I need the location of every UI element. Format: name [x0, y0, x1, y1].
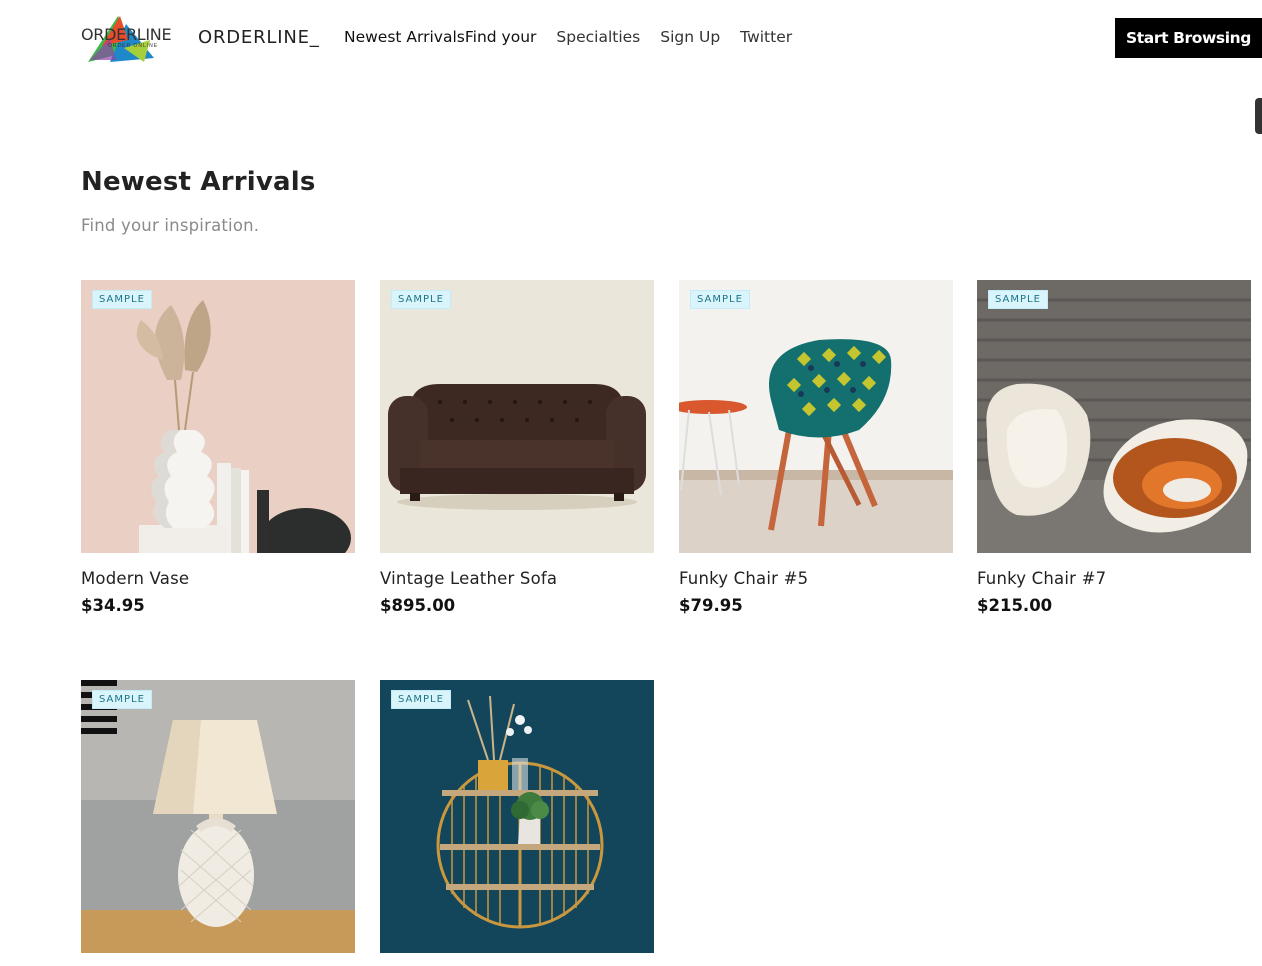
brand-name[interactable]: ORDERLINE_ — [198, 27, 320, 48]
product-card[interactable]: SAMPLE — [380, 680, 654, 953]
product-card[interactable]: SAMPLE — [81, 680, 355, 953]
product-image[interactable]: SAMPLE — [81, 280, 355, 553]
product-image[interactable]: SAMPLE — [81, 680, 355, 953]
product-price: $895.00 — [380, 596, 456, 615]
orderline-logo[interactable]: ORDERLINE ORDER ONLINE — [80, 10, 172, 66]
product-name[interactable]: Modern Vase — [81, 569, 355, 588]
product-image[interactable]: SAMPLE — [679, 280, 953, 553]
nav-item-twitter[interactable]: Twitter — [740, 28, 792, 46]
product-name[interactable]: Funky Chair #5 — [679, 569, 953, 588]
sample-badge: SAMPLE — [391, 290, 451, 309]
start-browsing-button[interactable]: Start Browsing — [1115, 18, 1262, 58]
product-image[interactable]: SAMPLE — [977, 280, 1251, 553]
product-card[interactable]: SAMPLE Vintage Leather Sofa $895.00 — [380, 280, 654, 615]
logo-tagline: ORDER ONLINE — [108, 43, 159, 49]
product-card[interactable]: SAMPLE Funky Chair #7 $215.00 — [977, 280, 1251, 615]
product-price: $215.00 — [977, 596, 1053, 615]
site-header: ORDERLINE ORDER ONLINE ORDERLINE_ Newest… — [0, 0, 1262, 80]
product-image[interactable]: SAMPLE — [380, 280, 654, 553]
product-card[interactable]: SAMPLE Modern Vase $34.95 — [81, 280, 355, 615]
product-name[interactable]: Funky Chair #7 — [977, 569, 1251, 588]
product-price: $79.95 — [679, 596, 743, 615]
product-name[interactable]: Vintage Leather Sofa — [380, 569, 654, 588]
nav-item-sign-up[interactable]: Sign Up — [660, 28, 720, 46]
sample-badge: SAMPLE — [92, 690, 152, 709]
sample-badge: SAMPLE — [391, 690, 451, 709]
main-nav: Newest ArrivalsFind your Specialties Sig… — [344, 28, 792, 46]
section-title: Newest Arrivals — [81, 167, 316, 197]
sample-badge: SAMPLE — [988, 290, 1048, 309]
logo-wordmark: ORDERLINE — [81, 25, 172, 44]
product-image[interactable]: SAMPLE — [380, 680, 654, 953]
nav-item-newest-arrivals[interactable]: Newest ArrivalsFind your — [344, 28, 536, 46]
section-subtitle: Find your inspiration. — [81, 216, 260, 235]
nav-item-specialties[interactable]: Specialties — [556, 28, 640, 46]
sample-badge: SAMPLE — [690, 290, 750, 309]
product-card[interactable]: SAMPLE Funky Chair #5 $79.95 — [679, 280, 953, 615]
product-price: $34.95 — [81, 596, 145, 615]
sample-badge: SAMPLE — [92, 290, 152, 309]
side-scroll-tab[interactable] — [1255, 98, 1262, 134]
